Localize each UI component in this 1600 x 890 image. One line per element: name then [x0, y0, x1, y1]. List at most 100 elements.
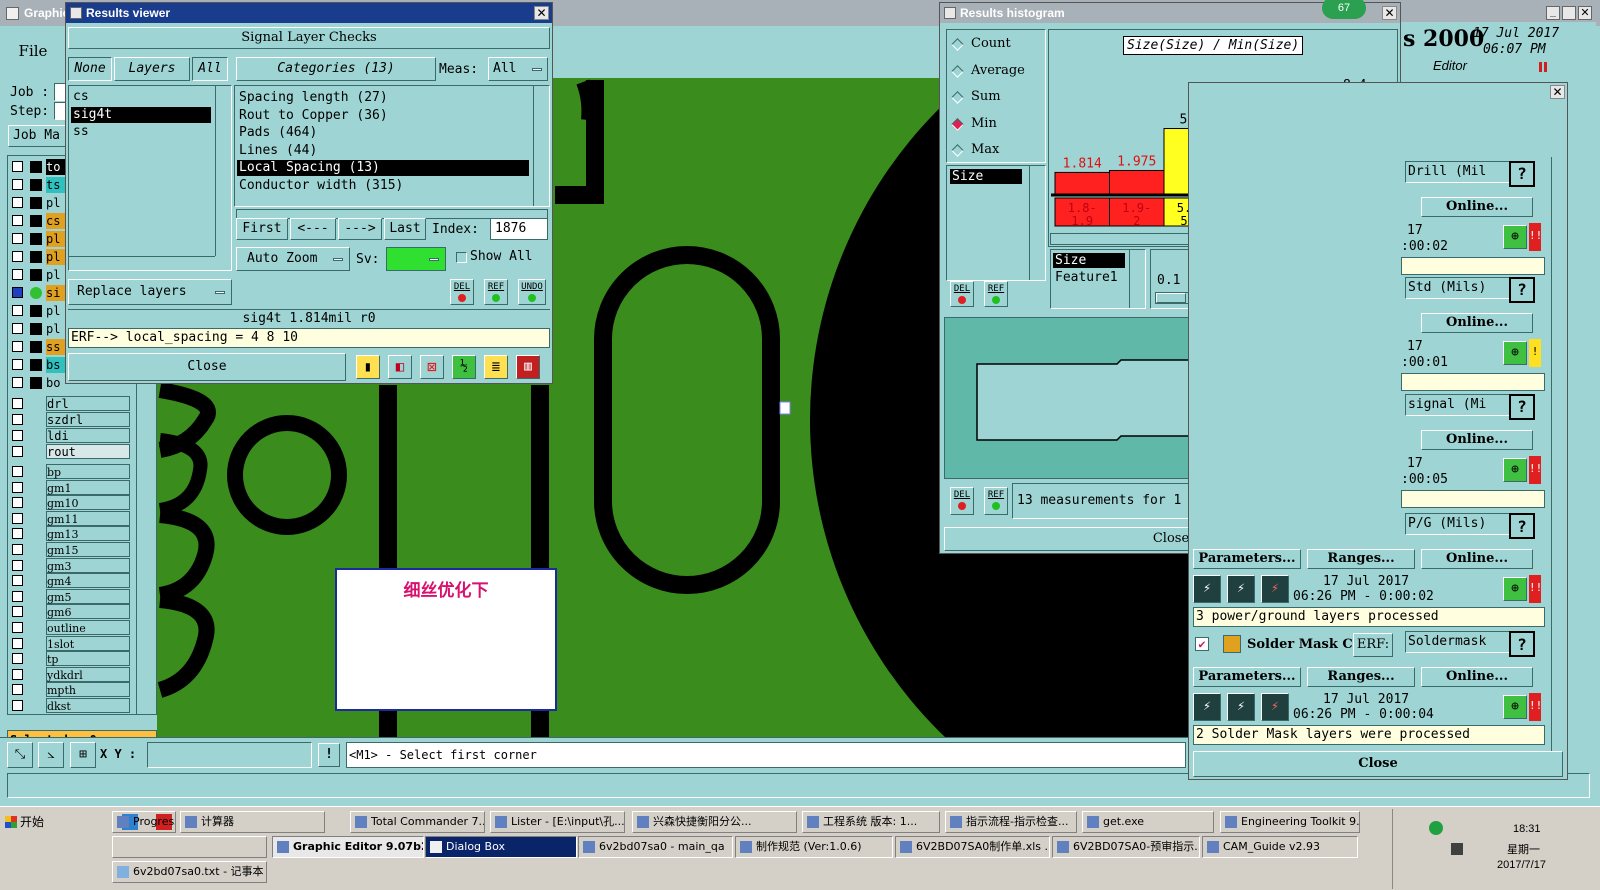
stop-icon[interactable]: ⚡ — [1261, 693, 1289, 721]
layer-checkbox[interactable] — [12, 341, 23, 352]
close-icon[interactable]: ✕ — [1578, 6, 1592, 20]
layer-checkbox[interactable] — [12, 323, 23, 334]
undo-button[interactable]: UNDO — [518, 279, 546, 305]
layer-checkbox[interactable] — [12, 251, 23, 262]
layer-row[interactable]: gm4 — [10, 573, 134, 589]
layer-row[interactable]: gm1 — [10, 479, 134, 495]
list-icon[interactable]: ≣ — [484, 355, 508, 379]
none-button[interactable]: None — [68, 57, 112, 81]
layer-checkbox[interactable] — [12, 179, 23, 190]
layer-checkbox[interactable] — [12, 575, 23, 587]
checklist-close-button[interactable]: Close — [1193, 751, 1563, 777]
rv-layer-item[interactable]: cs — [71, 89, 211, 105]
results-layer-list[interactable]: cs sig4t ss — [68, 85, 232, 271]
categories-button[interactable]: Categories (13) — [236, 57, 436, 81]
layer-checkbox[interactable] — [12, 528, 23, 540]
radio-option[interactable]: Min — [951, 116, 1043, 134]
layer-checkbox[interactable] — [12, 414, 23, 425]
first-button[interactable]: First — [236, 218, 288, 240]
taskbar-item[interactable]: 6V2BD07SA0制作单.xls ... — [895, 836, 1050, 858]
prev-button[interactable]: <--- — [290, 218, 336, 240]
category-item[interactable]: Conductor width (315) — [237, 178, 529, 194]
layer-row[interactable]: gm5 — [10, 588, 134, 604]
layer-row[interactable]: bp — [10, 464, 134, 479]
layer-list-vscroll[interactable] — [215, 86, 231, 256]
layer-list-hscroll[interactable] — [69, 256, 215, 270]
clear-icon[interactable]: ⊠ — [420, 355, 444, 379]
layer-row[interactable]: gm13 — [10, 526, 134, 542]
taskbar-item[interactable]: get.exe — [1082, 811, 1214, 833]
pg-params-button[interactable]: Parameters... — [1193, 549, 1301, 569]
index-input[interactable]: 1876 — [490, 218, 548, 240]
taskbar-item[interactable]: 兴森快捷衡阳分公... — [632, 811, 797, 833]
sm-help-button[interactable]: ? — [1509, 631, 1535, 657]
taskbar-item[interactable]: Dialog Box — [425, 836, 577, 858]
layer-row[interactable]: ldi — [10, 428, 134, 443]
category-item[interactable]: Rout to Copper (36) — [237, 108, 529, 124]
grid-icon[interactable]: ⊞ — [70, 742, 96, 768]
taskbar-item[interactable]: 6v2bd07sa0 - main_qa — [578, 836, 733, 858]
layer-checkbox[interactable] — [12, 512, 23, 524]
checklist-vscroll[interactable] — [1551, 157, 1567, 751]
category-vscroll[interactable] — [533, 86, 549, 206]
start-button[interactable]: 开始 — [2, 811, 58, 833]
close-button[interactable]: Close — [68, 353, 346, 381]
size-item[interactable]: Size — [950, 169, 1022, 184]
slider-handle[interactable] — [1156, 293, 1186, 303]
layer-checkbox[interactable] — [12, 590, 23, 602]
run-icon[interactable]: ⚡ — [1193, 693, 1221, 721]
layer-row[interactable]: ydkdrl — [10, 666, 134, 682]
category-item[interactable]: Pads (464) — [237, 125, 529, 141]
preview-ref-button[interactable]: REF — [984, 487, 1008, 515]
radio-option[interactable]: Count — [951, 36, 1043, 54]
size-list-scroll[interactable] — [1029, 166, 1045, 280]
layers-button[interactable]: Layers — [114, 57, 190, 81]
histogram-bar[interactable] — [1109, 169, 1165, 195]
zoom-icon[interactable]: ⊕ — [1503, 341, 1527, 365]
layer-row[interactable]: szdrl — [10, 412, 134, 427]
layer-checkbox[interactable] — [12, 359, 23, 370]
layer-checkbox[interactable] — [12, 215, 23, 226]
minimize-button[interactable]: _ — [1546, 6, 1560, 20]
layer-checkbox[interactable] — [12, 637, 23, 649]
sm-checkbox[interactable]: ✔ — [1195, 637, 1209, 651]
radio-option[interactable]: Max — [951, 142, 1043, 160]
layer-row[interactable]: gm6 — [10, 604, 134, 620]
zoom-home-icon[interactable]: ⤡ — [7, 742, 33, 768]
rv-layer-item[interactable]: sig4t — [71, 106, 211, 123]
layer-row[interactable]: dkst — [10, 698, 134, 713]
layer-row[interactable]: outline — [10, 620, 134, 635]
export-icon[interactable]: ◧ — [388, 355, 412, 379]
taskbar-item[interactable]: 6v2bd07sa0.txt - 记事本 — [112, 861, 267, 883]
radio-option[interactable]: Sum — [951, 89, 1043, 107]
layer-checkbox[interactable] — [12, 668, 23, 680]
layer-checkbox[interactable] — [12, 481, 23, 493]
pg-help-button[interactable]: ? — [1509, 513, 1535, 539]
online-button[interactable]: Online... — [1421, 313, 1533, 333]
close-icon[interactable]: ✕ — [534, 6, 549, 20]
feature-scroll[interactable] — [1129, 250, 1145, 308]
taskbar-item[interactable]: 工程系统 版本: 1... — [802, 811, 940, 833]
layer-checkbox[interactable] — [12, 466, 23, 477]
sv-color-select[interactable] — [386, 247, 446, 271]
layer-row[interactable]: gm15 — [10, 542, 134, 557]
layer-row[interactable]: rout — [10, 444, 134, 459]
layer-checkbox[interactable] — [12, 398, 23, 409]
size-feature-size[interactable]: Size — [1053, 253, 1125, 268]
online-button[interactable]: Online... — [1421, 430, 1533, 450]
network-icon[interactable] — [1429, 821, 1443, 835]
layer-checkbox[interactable] — [12, 653, 23, 665]
hist-ref-button[interactable]: REF — [984, 281, 1008, 307]
layer-row[interactable]: gm11 — [10, 510, 134, 526]
preview-del-button[interactable]: DEL — [950, 487, 974, 515]
histogram-icon[interactable]: ▥ — [516, 355, 540, 379]
run-selected-icon[interactable]: ⚡ — [1227, 693, 1255, 721]
highlight-icon[interactable]: ▮ — [356, 355, 380, 379]
pg-online-button[interactable]: Online... — [1421, 549, 1533, 569]
help-button[interactable]: ? — [1509, 277, 1535, 303]
size-list[interactable]: Size — [946, 165, 1046, 281]
pause-icon[interactable] — [1539, 62, 1547, 72]
progress-task[interactable] — [112, 836, 267, 858]
taskbar-item[interactable]: Total Commander 7.... — [350, 811, 485, 833]
sm-online-button[interactable]: Online... — [1421, 667, 1533, 687]
